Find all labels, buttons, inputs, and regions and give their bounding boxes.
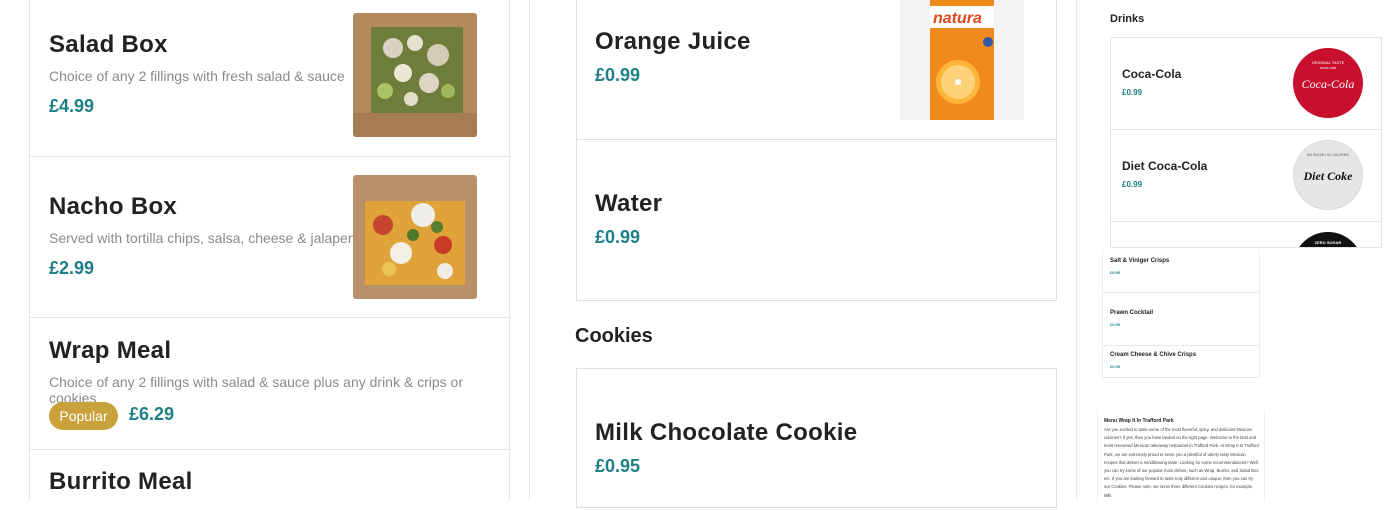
- svg-text:NO SUGAR • NO CALORIES: NO SUGAR • NO CALORIES: [1307, 153, 1349, 157]
- crisps-name: Prawn Cocktail: [1110, 310, 1154, 316]
- drink-name: Diet Coca-Cola: [1122, 159, 1208, 173]
- water-name: Water: [595, 190, 663, 217]
- section-heading-cookies: Cookies: [575, 325, 653, 347]
- item-name: Salad Box: [49, 31, 168, 58]
- drink-price: £0.99: [1122, 88, 1143, 97]
- menu-item-nacho-box[interactable]: Nacho Box Served with tortilla chips, sa…: [30, 157, 511, 318]
- coke-zero-logo: ZERO SUGAR: [1293, 232, 1363, 247]
- about-title: Menu Wrap It In Trafford Park: [1104, 418, 1174, 424]
- orange-juice-price: £0.99: [595, 65, 641, 85]
- about-menu-section: Menu Wrap It In Trafford Park Are you ex…: [1097, 410, 1265, 502]
- drinks-heading: Drinks: [1110, 13, 1145, 25]
- diet-coke-logo: NO SUGAR • NO CALORIES Diet Coke: [1293, 140, 1363, 210]
- item-name: Wrap Meal: [49, 337, 172, 364]
- crisps-price: £0.95: [1110, 322, 1121, 327]
- wrap-meal-price: £6.29: [129, 404, 175, 424]
- item-description: Choice of any 2 fillings with fresh sala…: [49, 68, 345, 84]
- nacho-box-image: [353, 175, 477, 299]
- svg-text:Diet Coke: Diet Coke: [1303, 169, 1354, 183]
- coca-cola-logo: ORIGINAL TASTE SINCE 1886 Coca-Cola: [1293, 48, 1363, 118]
- item-price: £2.99: [49, 258, 95, 278]
- crisps-name: Cream Cheese & Chive Crisps: [1110, 352, 1197, 358]
- crisps-item[interactable]: Prawn Cocktail £0.95: [1103, 293, 1259, 346]
- menu-item-salad-box[interactable]: Salad Box Choice of any 2 fillings with …: [30, 0, 511, 157]
- popular-badge: Popular: [49, 402, 118, 430]
- svg-text:Coca-Cola: Coca-Cola: [1302, 77, 1355, 91]
- item-name: Burrito Meal: [49, 468, 193, 495]
- crisps-price: £0.95: [1110, 364, 1121, 369]
- drink-item-coca-cola[interactable]: Coca-Cola £0.99 ORIGINAL TASTE SINCE 188…: [1111, 38, 1381, 130]
- crisps-item[interactable]: Cream Cheese & Chive Crisps £0.95: [1103, 346, 1259, 378]
- menu-column-left: Salad Box Choice of any 2 fillings with …: [29, 0, 511, 500]
- column-divider: [529, 0, 530, 500]
- svg-text:ZERO SUGAR: ZERO SUGAR: [1315, 240, 1342, 245]
- drink-item-zero-sugar[interactable]: ZERO SUGAR: [1111, 222, 1381, 247]
- svg-text:SINCE 1886: SINCE 1886: [1320, 66, 1337, 70]
- water-price: £0.99: [595, 227, 641, 247]
- menu-item-wrap-meal[interactable]: Wrap Meal Choice of any 2 fillings with …: [30, 318, 511, 450]
- cookie-price: £0.95: [595, 456, 641, 476]
- crisps-list: Salt & Viniger Crisps £0.95 Prawn Cockta…: [1102, 250, 1260, 378]
- drink-item-diet-coca-cola[interactable]: Diet Coca-Cola £0.99 NO SUGAR • NO CALOR…: [1111, 130, 1381, 222]
- item-name: Nacho Box: [49, 193, 178, 220]
- item-price: £4.99: [49, 96, 95, 116]
- crisps-name: Salt & Viniger Crisps: [1110, 258, 1170, 264]
- drink-name: Coca-Cola: [1122, 67, 1182, 81]
- cookie-name: Milk Chocolate Cookie: [595, 419, 858, 446]
- svg-text:ORIGINAL TASTE: ORIGINAL TASTE: [1312, 60, 1345, 65]
- item-description: Choice of any 2 fillings with salad & sa…: [49, 374, 463, 406]
- menu-item-water[interactable]: [576, 139, 1057, 301]
- item-description: Served with tortilla chips, salsa, chees…: [49, 230, 364, 246]
- drink-price: £0.99: [1122, 180, 1143, 189]
- brand-label: natura: [933, 10, 982, 27]
- crisps-price: £0.95: [1110, 270, 1121, 275]
- drinks-list: Coca-Cola £0.99 ORIGINAL TASTE SINCE 188…: [1110, 37, 1382, 248]
- column-divider: [1076, 0, 1077, 500]
- salad-box-image: [353, 13, 477, 137]
- about-text: Are you excited to taste some of the mos…: [1104, 427, 1259, 498]
- orange-juice-image: natura: [900, 0, 1024, 120]
- menu-item-burrito-meal[interactable]: Burrito Meal: [30, 450, 511, 510]
- orange-juice-name: Orange Juice: [595, 28, 751, 55]
- crisps-item[interactable]: Salt & Viniger Crisps £0.95: [1103, 250, 1259, 293]
